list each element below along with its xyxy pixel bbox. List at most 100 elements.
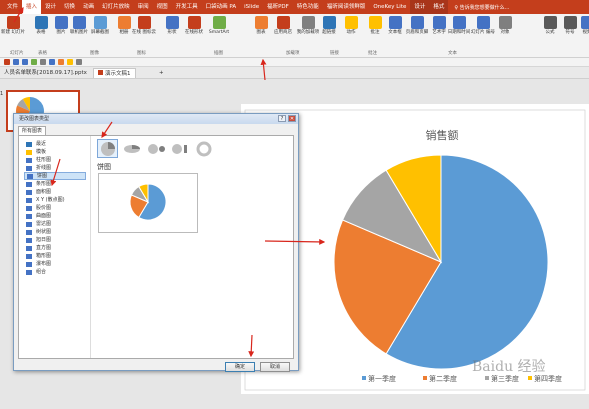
cancel-button[interactable]: 取消	[260, 362, 290, 372]
chart-category-label: 最近	[36, 141, 47, 147]
chart-category-item[interactable]: 箱形图	[24, 252, 86, 260]
chart-category-item[interactable]: 组合	[24, 268, 86, 276]
bar-of-pie-subtype-button[interactable]	[169, 139, 190, 158]
more-icon[interactable]	[76, 59, 82, 65]
chart-category-item[interactable]: 雷达图	[24, 220, 86, 228]
ribbon-button[interactable]: 公式	[540, 16, 560, 35]
menu-tab[interactable]: OneKey Lite	[369, 0, 410, 14]
chart-category-item[interactable]: 饼图	[24, 172, 86, 180]
chart-category-item[interactable]: 折线图	[24, 164, 86, 172]
ribbon-button[interactable]: 视频	[577, 16, 589, 35]
ribbon-icon	[54, 16, 68, 29]
menu-tab[interactable]: 幻灯片放映	[98, 0, 134, 14]
menu-tab[interactable]: 切换	[60, 0, 79, 14]
chart-category-item[interactable]: 瀑布图	[24, 260, 86, 268]
menu-tab[interactable]: 视图	[153, 0, 172, 14]
ribbon-button[interactable]: 在线 图标云	[132, 16, 156, 35]
chart-category-item[interactable]: 最近	[24, 140, 86, 148]
ribbon-button[interactable]: 相册	[114, 16, 134, 35]
menu-tab[interactable]: 动画	[79, 0, 98, 14]
save-icon[interactable]	[4, 59, 10, 65]
tab-all-charts[interactable]: 所有图表	[18, 126, 47, 135]
format-icon[interactable]	[49, 59, 55, 65]
chart-category-item[interactable]: 面积图	[24, 188, 86, 196]
add-tab-button[interactable]: +	[155, 68, 168, 78]
ribbon-button[interactable]: 我的加载项	[297, 16, 319, 35]
menu-tab[interactable]: 文件	[3, 0, 22, 14]
pie-of-pie-subtype-button[interactable]	[145, 139, 166, 158]
ribbon-icon	[368, 16, 382, 29]
ribbon-button[interactable]: 对象	[495, 16, 515, 35]
ribbon-button-label: 公式	[545, 30, 555, 35]
ribbon-icon	[137, 16, 151, 29]
ribbon-icon	[93, 16, 107, 29]
ribbon-button-label: 视频	[582, 30, 589, 35]
ribbon-button[interactable]: 艺术字	[429, 16, 449, 35]
chart-category-item[interactable]: 树状图	[24, 228, 86, 236]
ribbon-button[interactable]: 联机图片	[69, 16, 89, 35]
chart-category-item[interactable]: 股价图	[24, 204, 86, 212]
ribbon-button[interactable]: 表格	[31, 16, 51, 35]
chart-category-item[interactable]: 旭日图	[24, 236, 86, 244]
ribbon-button-label: 应用商店	[274, 30, 292, 35]
ribbon-button[interactable]: SmartArt	[209, 16, 229, 35]
menu-tab[interactable]: 审阅	[134, 0, 153, 14]
legend-swatch	[485, 376, 489, 380]
ribbon-button[interactable]: 动作	[341, 16, 361, 35]
chart-category-icon	[26, 269, 32, 275]
ribbon-icon	[476, 16, 490, 29]
print-icon[interactable]	[40, 59, 46, 65]
chart-category-item[interactable]: 直方图	[24, 244, 86, 252]
tell-me-search[interactable]: ♀ 告诉我您想要做什么...	[454, 4, 509, 11]
chart-preview[interactable]	[98, 173, 198, 233]
menu-tab[interactable]: 福昕PDF	[263, 0, 293, 14]
menu-tab[interactable]: iSlide	[240, 0, 263, 14]
chart-category-item[interactable]: 条形图	[24, 180, 86, 188]
ribbon-button[interactable]: 日期和时间	[448, 16, 470, 35]
add-tab-label: +	[159, 70, 164, 76]
menu-tab[interactable]: 口袋动画 PA	[202, 0, 240, 14]
slideshow-icon[interactable]	[31, 59, 37, 65]
undo-icon[interactable]	[13, 59, 19, 65]
ribbon-button[interactable]: 新建 幻灯片	[1, 16, 25, 35]
menu-tab[interactable]: 插入	[22, 0, 42, 14]
chart-category-icon	[26, 253, 32, 259]
ribbon-button[interactable]: 图表	[251, 16, 271, 35]
ribbon-button[interactable]: 超链接	[319, 16, 339, 35]
menu-tab[interactable]: 福昕阅读领鲜版	[323, 0, 370, 14]
doughnut-subtype-button[interactable]	[193, 139, 214, 158]
shape-icon[interactable]	[58, 59, 64, 65]
ribbon-group-label: 图标	[137, 51, 146, 56]
ribbon-icon	[301, 16, 315, 29]
chart-category-item[interactable]: 模板	[24, 148, 86, 156]
ribbon-button[interactable]: 形状	[162, 16, 182, 35]
ribbon-button[interactable]: 在线形状	[184, 16, 204, 35]
ok-button[interactable]: 确定	[225, 362, 255, 372]
menu-tab[interactable]: 特色功能	[293, 0, 323, 14]
ribbon-button[interactable]: 应用商店	[273, 16, 293, 35]
chart-category-item[interactable]: 曲面图	[24, 212, 86, 220]
menu-tab[interactable]: 开发工具	[172, 0, 202, 14]
menu-tab[interactable]: 设计	[41, 0, 60, 14]
tab-current-file[interactable]: 演示文稿1	[93, 68, 136, 78]
menu-tab[interactable]: 设计	[410, 0, 430, 14]
redo-icon[interactable]	[22, 59, 28, 65]
help-button[interactable]: ?	[278, 115, 286, 122]
chart-category-item[interactable]: 柱形图	[24, 156, 86, 164]
chart-category-icon	[26, 221, 32, 227]
ribbon-button[interactable]: 批注	[365, 16, 385, 35]
pie-3d-subtype-button[interactable]	[121, 139, 142, 158]
ribbon-icon	[6, 16, 20, 29]
menu-tab[interactable]: 格式	[429, 0, 449, 14]
close-button[interactable]: ✕	[288, 115, 296, 122]
pie-subtype-button[interactable]	[97, 139, 118, 158]
ribbon-button[interactable]: 文本框	[385, 16, 405, 35]
ribbon-button[interactable]: 图片	[51, 16, 71, 35]
tab-other-file[interactable]: 人员名单联系[2018.09.17].pptx	[0, 68, 91, 78]
chart-category-item[interactable]: X Y (散点图)	[24, 196, 86, 204]
ribbon-icon	[322, 16, 336, 29]
ribbon-button[interactable]: 页眉和页脚	[406, 16, 428, 35]
color-icon[interactable]	[67, 59, 73, 65]
ribbon-button[interactable]: 幻灯片 编号	[471, 16, 495, 35]
ribbon-button[interactable]: 屏幕截图	[90, 16, 110, 35]
